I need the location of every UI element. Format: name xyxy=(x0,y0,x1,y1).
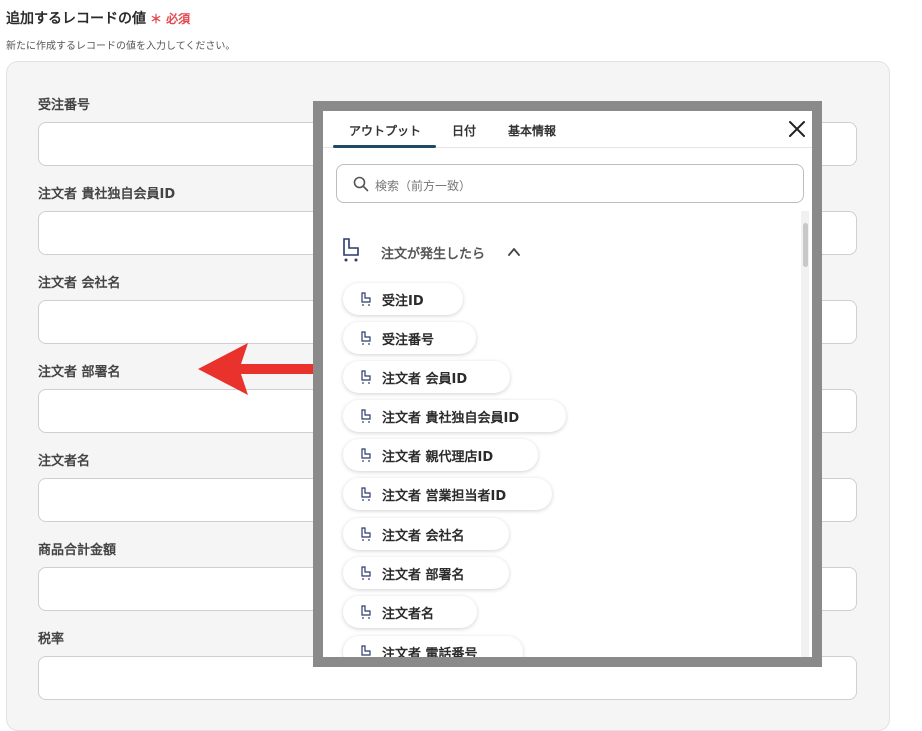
section-description: 新たに作成するレコードの値を入力してください。 xyxy=(6,41,236,52)
tab-bar: アウトプット 日付 基本情報 xyxy=(323,111,812,148)
output-item[interactable]: 注文者 営業担当者ID xyxy=(343,478,552,510)
cart-icon xyxy=(361,409,371,423)
field-label-member-id: 注文者 貴社独自会員ID xyxy=(38,187,176,202)
chevron-up-icon[interactable] xyxy=(507,245,521,259)
output-picker-frame: アウトプット 日付 基本情報 検索（前方一致） 注文が発生したら 受注ID 受注… xyxy=(313,101,822,667)
cart-icon xyxy=(361,566,371,580)
output-item-label: 注文者 親代理店ID xyxy=(382,450,494,465)
cart-icon xyxy=(361,370,371,384)
cart-icon xyxy=(361,645,371,656)
output-item-label: 注文者 電話番号 xyxy=(382,647,478,657)
output-item-label: 注文者 会社名 xyxy=(382,529,465,544)
cart-icon xyxy=(343,238,359,262)
cart-icon xyxy=(361,292,371,306)
cart-icon xyxy=(361,448,371,462)
search-placeholder: 検索（前方一致） xyxy=(375,179,472,193)
output-item[interactable]: 注文者 部署名 xyxy=(343,557,509,589)
output-item-label: 注文者 部署名 xyxy=(382,568,465,583)
tab-output[interactable]: アウトプット xyxy=(349,122,421,139)
output-item-label: 受注番号 xyxy=(382,333,435,348)
output-item[interactable]: 注文者 親代理店ID xyxy=(343,439,538,471)
required-badge: ＊ 必須 xyxy=(150,12,191,26)
output-item[interactable]: 注文者名 xyxy=(343,596,477,628)
output-item[interactable]: 受注ID xyxy=(343,283,463,315)
output-item[interactable]: 受注番号 xyxy=(343,322,476,354)
cart-icon xyxy=(361,605,371,619)
field-label-tax-rate: 税率 xyxy=(38,632,65,647)
field-label-department: 注文者 部署名 xyxy=(38,365,121,380)
tab-date[interactable]: 日付 xyxy=(452,122,476,139)
output-picker: アウトプット 日付 基本情報 検索（前方一致） 注文が発生したら 受注ID 受注… xyxy=(323,111,812,657)
cart-icon xyxy=(361,487,371,501)
active-tab-indicator xyxy=(333,145,436,148)
field-label-orderer-name: 注文者名 xyxy=(38,454,91,469)
field-label-order-number: 受注番号 xyxy=(38,98,91,113)
output-item-label: 注文者 営業担当者ID xyxy=(382,489,507,504)
tab-basic-info[interactable]: 基本情報 xyxy=(508,122,556,139)
close-icon[interactable] xyxy=(785,117,809,141)
section-title-text: 追加するレコードの値 xyxy=(6,11,146,27)
output-item-label: 注文者名 xyxy=(382,607,435,622)
output-item[interactable]: 注文者 貴社独自会員ID xyxy=(343,400,566,432)
search-input[interactable]: 検索（前方一致） xyxy=(336,164,804,203)
output-item[interactable]: 注文者 会社名 xyxy=(343,518,509,550)
search-icon xyxy=(353,176,369,192)
cart-icon xyxy=(361,527,371,541)
field-label-product-total: 商品合計金額 xyxy=(38,543,117,558)
group-label: 注文が発生したら xyxy=(381,247,486,262)
field-label-company-name: 注文者 会社名 xyxy=(38,276,121,291)
section-title: 追加するレコードの値 ＊ 必須 xyxy=(6,8,190,28)
scrollbar-track[interactable] xyxy=(801,211,809,657)
scrollbar-thumb[interactable] xyxy=(803,223,808,267)
output-item-label: 注文者 貴社独自会員ID xyxy=(382,411,520,426)
output-item-label: 注文者 会員ID xyxy=(382,372,468,387)
cart-icon xyxy=(361,331,371,345)
output-item[interactable]: 注文者 電話番号 xyxy=(343,636,523,657)
output-item[interactable]: 注文者 会員ID xyxy=(343,361,510,393)
output-item-label: 受注ID xyxy=(382,294,424,309)
